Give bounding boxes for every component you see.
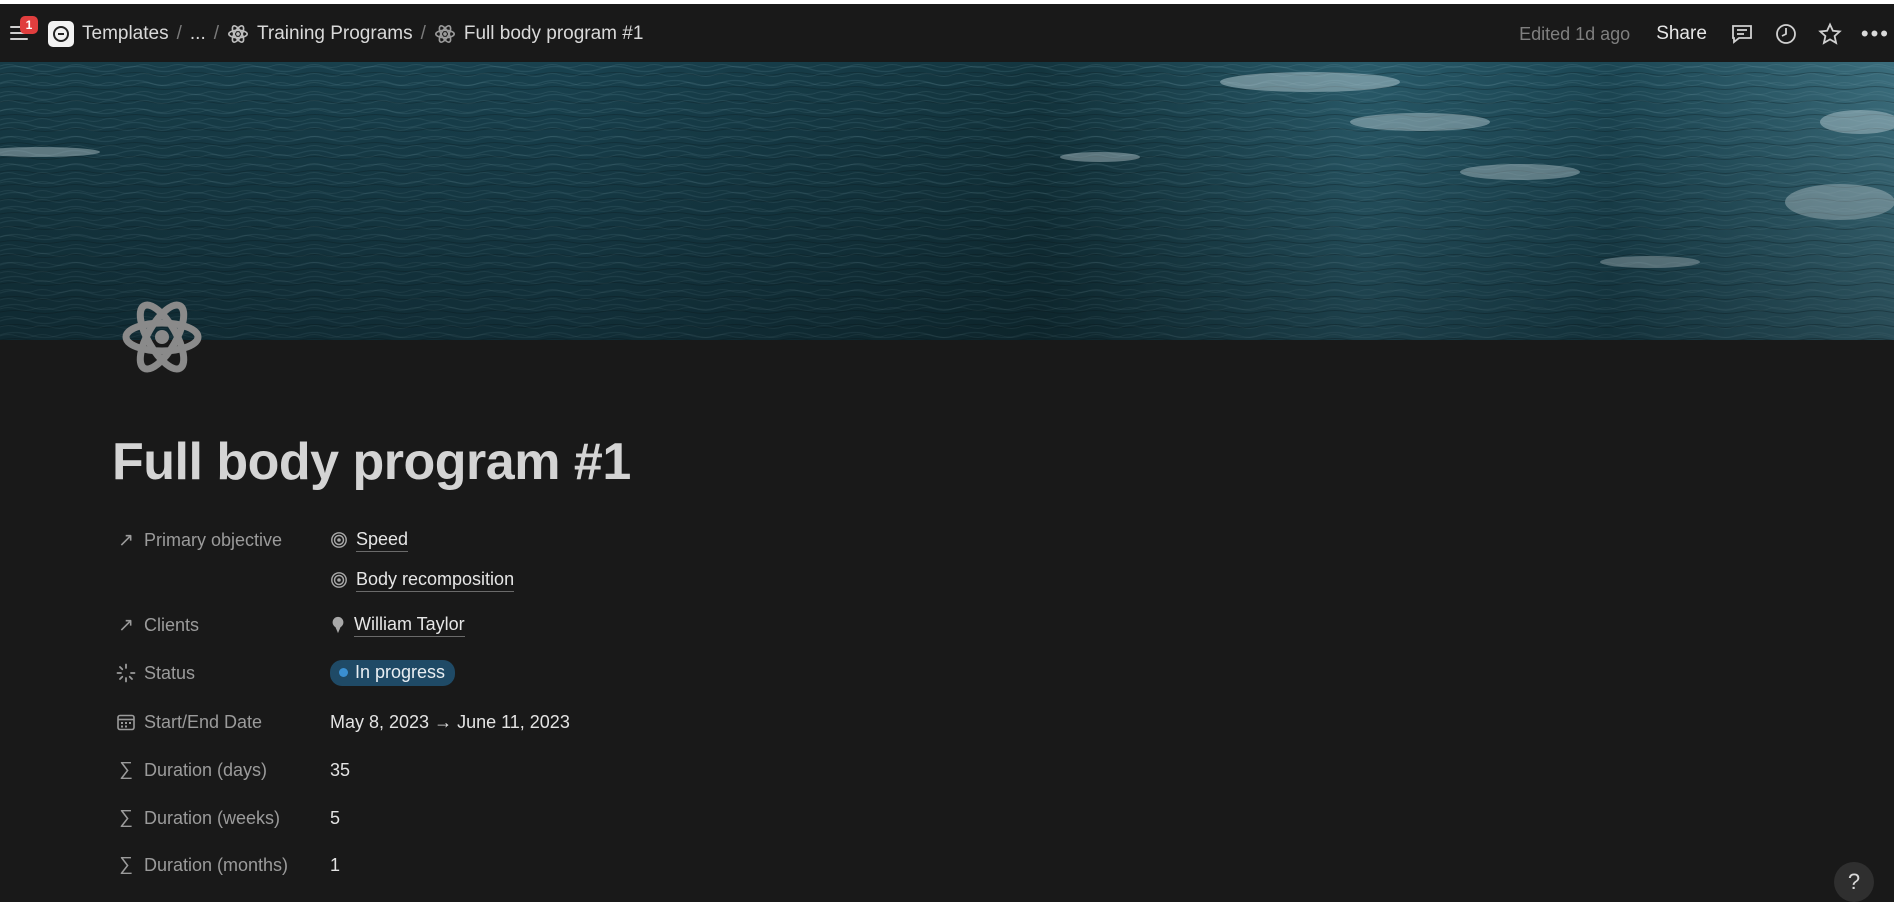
cover-image[interactable] <box>0 62 1894 340</box>
breadcrumb-label: Full body program #1 <box>463 23 644 44</box>
property-label-text: Status <box>144 662 196 683</box>
share-button[interactable]: Share <box>1656 23 1707 45</box>
property-label-text: Start/End Date <box>144 711 263 732</box>
person-icon <box>332 616 344 634</box>
property-label-text: Duration (days) <box>144 759 268 780</box>
property-value[interactable]: Speed <box>330 520 409 560</box>
property-label[interactable]: ∑ Duration (weeks) <box>116 798 280 838</box>
star-icon[interactable] <box>1817 21 1843 47</box>
breadcrumb-separator: / <box>176 23 182 44</box>
date-range-value[interactable]: May 8, 2023 → June 11, 2023 <box>330 702 570 742</box>
property-label-text: Duration (months) <box>144 854 289 875</box>
relation-item-william-taylor[interactable]: William Taylor <box>330 614 465 637</box>
property-label-text: Clients <box>144 614 200 635</box>
calendar-icon <box>117 714 135 731</box>
formula-value[interactable]: 5 <box>330 798 340 838</box>
formula-value[interactable]: 1 <box>330 845 340 885</box>
property-label[interactable]: Status <box>116 653 195 693</box>
breadcrumb: Templates / ... / Training Programs / Fu… <box>44 21 647 47</box>
status-badge[interactable]: In progress <box>330 660 456 686</box>
breadcrumb-item-current-page[interactable]: Full body program #1 <box>430 23 648 45</box>
page-title[interactable]: Full body program #1 <box>112 432 631 492</box>
property-label-text: Primary objective <box>144 529 283 550</box>
ocean-cover-picture <box>0 62 1894 340</box>
status-text: In progress <box>355 662 446 682</box>
target-icon <box>331 572 347 588</box>
relation-text: Body recomposition <box>356 569 515 592</box>
property-row-status: Status In progress <box>112 653 1112 693</box>
help-button[interactable]: ? <box>1834 862 1874 902</box>
relation-text: William Taylor <box>354 614 465 637</box>
clock-icon[interactable] <box>1773 21 1799 47</box>
breadcrumb-label: ... <box>189 23 206 44</box>
property-row-primary-objective: ↗ Primary objective Speed <box>112 520 1112 560</box>
formula-value[interactable]: 35 <box>330 750 350 790</box>
more-icon[interactable]: ••• <box>1861 21 1890 47</box>
notification-badge: 1 <box>20 16 38 34</box>
atom-icon <box>228 25 249 43</box>
relation-arrow-icon: ↗ <box>118 529 134 551</box>
property-value[interactable]: In progress <box>330 653 456 693</box>
edited-timestamp: Edited 1d ago <box>1519 23 1631 44</box>
breadcrumb-separator: / <box>213 23 220 44</box>
toolbar-right: Edited 1d ago Share ••• <box>1519 21 1894 47</box>
atom-icon <box>434 25 455 43</box>
relation-arrow-icon: ↗ <box>118 614 134 636</box>
property-row-clients: ↗ Clients William Taylor <box>112 605 1112 645</box>
breadcrumb-separator: / <box>420 23 426 44</box>
property-label[interactable]: ∑ Duration (days) <box>116 750 267 790</box>
sigma-icon: ∑ <box>119 759 133 780</box>
property-row-primary-objective-cont: Body recomposition <box>112 560 1112 600</box>
property-label[interactable]: ↗ Primary objective <box>116 520 282 560</box>
comment-icon[interactable] <box>1729 21 1755 47</box>
target-icon <box>331 532 347 548</box>
breadcrumb-item-templates[interactable]: Templates <box>44 21 173 47</box>
property-row-start-end-date: Start/End Date May 8, 2023 → June 11, 20… <box>112 702 1112 742</box>
breadcrumb-label: Templates <box>82 23 169 44</box>
top-bar: 1 Templates / ... / Training Programs / <box>0 4 1894 62</box>
relation-item-speed[interactable]: Speed <box>330 529 409 552</box>
status-dot <box>339 668 348 677</box>
sigma-icon: ∑ <box>119 854 133 875</box>
sigma-icon: ∑ <box>119 807 133 828</box>
breadcrumb-item-ellipsis[interactable]: ... <box>186 23 210 45</box>
breadcrumb-item-training-programs[interactable]: Training Programs <box>223 23 417 45</box>
property-label[interactable]: ↗ Clients <box>116 605 199 645</box>
atom-icon[interactable] <box>120 292 204 382</box>
status-icon <box>116 663 136 683</box>
property-label-text: Duration (weeks) <box>144 807 281 828</box>
property-label[interactable]: ∑ Duration (months) <box>116 845 288 885</box>
breadcrumb-label: Training Programs <box>257 23 413 44</box>
relation-item-body-recomposition[interactable]: Body recomposition <box>330 569 515 592</box>
property-row-duration-weeks: ∑ Duration (weeks) 5 <box>112 798 1112 838</box>
relation-text: Speed <box>356 529 409 552</box>
workspace-logo-icon <box>48 21 74 47</box>
property-value[interactable]: William Taylor <box>330 605 465 645</box>
property-row-duration-months: ∑ Duration (months) 1 <box>112 845 1112 885</box>
property-value[interactable]: Body recomposition <box>330 560 515 600</box>
property-row-duration-days: ∑ Duration (days) 35 <box>112 750 1112 790</box>
property-label[interactable]: Start/End Date <box>116 702 262 742</box>
